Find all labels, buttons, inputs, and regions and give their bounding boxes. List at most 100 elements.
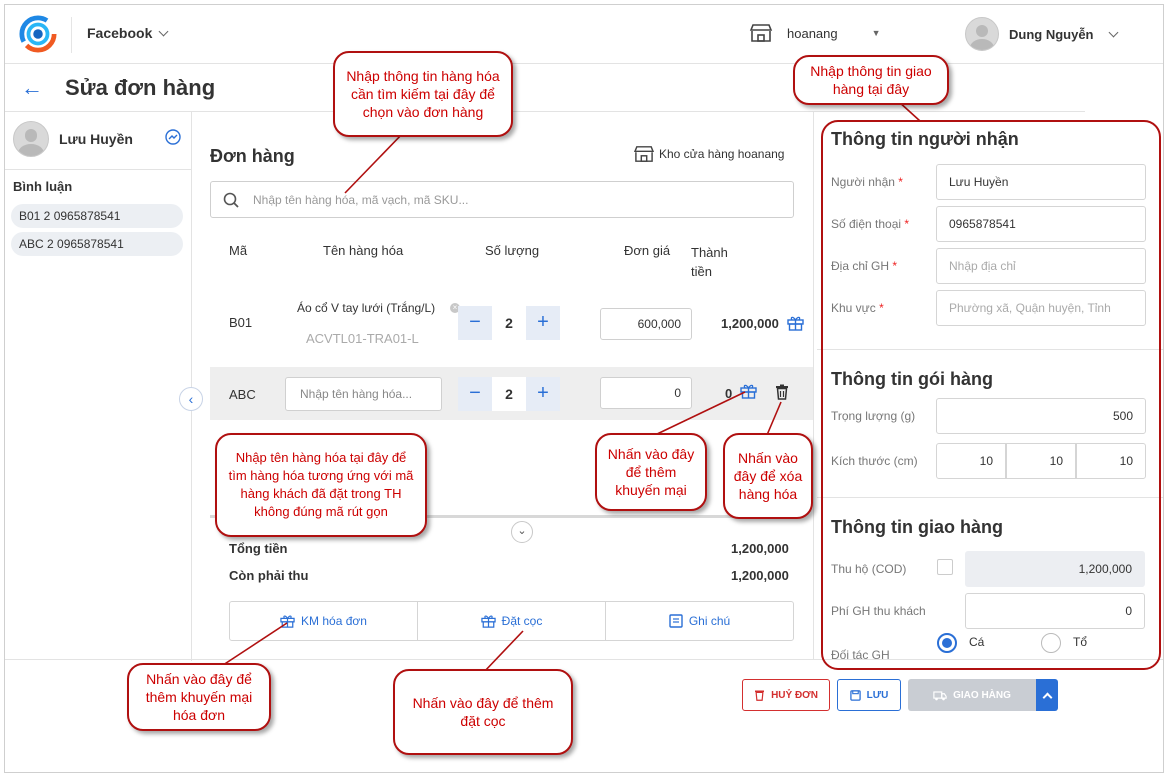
warehouse-label[interactable]: Kho cửa hàng hoanang [633,145,784,163]
product-search-input[interactable]: Nhập tên hàng hóa, mã vạch, mã SKU... [210,181,794,218]
channel-selector[interactable]: Facebook [87,25,169,41]
phone-input[interactable]: 0965878541 [936,206,1146,242]
ship-button[interactable]: GIAO HÀNG [908,679,1036,711]
annotation-delete: Nhấn vào đây để xóa hàng hóa [723,433,813,519]
partner-option-label: Tổ [1073,635,1088,649]
quantity-value[interactable]: 2 [492,306,526,340]
back-arrow-icon[interactable]: ← [21,77,43,99]
store-name: hoanang [787,25,838,41]
deposit-button[interactable]: Đặt cọc [418,602,606,640]
avatar [965,17,999,51]
amount-due-value: 1,200,000 [731,568,789,583]
area-input[interactable]: Phường xã, Quận huyện, Tỉnh [936,290,1146,326]
row-code: B01 [229,315,253,330]
delivery-title: Thông tin giao hàng [831,517,1003,537]
order-title: Đơn hàng [210,146,295,166]
unit-price-input[interactable]: 0 [600,377,692,409]
quantity-stepper[interactable]: − 2 + [458,306,560,340]
store-icon [633,146,655,162]
address-input[interactable]: Nhập địa chỉ [936,248,1146,284]
divider [817,349,1163,350]
annotation-promo: Nhấn vào đây để thêm khuyến mại [595,433,707,511]
tab-label: Ghi chú [688,614,731,628]
gift-icon[interactable] [787,315,804,331]
row-code: ABC [229,387,256,402]
divider [5,169,191,170]
comment-item[interactable]: B01 2 0965878541 [11,204,183,228]
annotation-search: Nhập thông tin hàng hóa cần tìm kiếm tại… [333,51,513,137]
column-header-code: Mã [229,243,248,258]
gift-icon[interactable] [740,383,757,399]
trash-icon [755,690,765,701]
size-label: Kích thước (cm) [831,454,918,468]
partner-label: Đối tác GH [831,648,890,662]
shipping-fee-label: Phí GH thu khách [831,604,926,618]
partner-option-label: Cá [969,635,985,649]
invoice-promo-button[interactable]: KM hóa đơn [230,602,418,640]
messenger-icon[interactable] [165,129,181,145]
column-header-name: Tên hàng hóa [323,243,404,258]
user-name: Dung Nguyễn [1009,26,1094,42]
chevron-down-icon [1108,27,1118,37]
partner-radio-selected[interactable] [937,633,957,653]
shipping-fee-input[interactable]: 0 [965,593,1145,629]
store-selector[interactable]: hoanang ▼ [749,23,881,43]
gift-icon [280,615,295,628]
recipient-name-input[interactable]: Lưu Huyền [936,164,1146,200]
decrease-button[interactable]: − [458,377,492,411]
avatar [13,121,49,157]
order-action-tabs: KM hóa đơn Đặt cọc Ghi chú [229,601,794,641]
width-input[interactable]: 10 [1006,443,1076,479]
divider [71,17,72,53]
decrease-button[interactable]: − [458,306,492,340]
panel-divider [191,111,192,661]
length-input[interactable]: 10 [936,443,1006,479]
truck-icon [933,690,947,700]
trash-icon[interactable] [775,384,789,400]
user-menu[interactable]: Dung Nguyễn [965,17,1118,51]
weight-input[interactable]: 500 [936,398,1146,434]
save-icon [849,689,861,701]
annotation-deposit: Nhấn vào đây để thêm đặt cọc [393,669,573,755]
height-input[interactable]: 10 [1076,443,1146,479]
annotation-invoice-promo: Nhấn vào đây để thêm khuyến mại hóa đơn [127,663,271,731]
panel-divider [813,111,814,659]
cod-input[interactable]: 1,200,000 [965,551,1145,587]
tab-label: Đặt cọc [501,614,543,628]
app-window: Facebook hoanang ▼ Dung Nguyễn ← Sửa đơn… [4,4,1164,773]
partner-radio[interactable] [1041,633,1061,653]
quantity-value[interactable]: 2 [492,377,526,411]
increase-button[interactable]: + [526,306,560,340]
address-label: Địa chỉ GH * [831,259,898,273]
store-icon [749,24,773,42]
collapse-panel-button[interactable]: ‹ [179,387,203,411]
total-value: 1,200,000 [731,541,789,556]
recipient-name-label: Người nhận * [831,175,903,189]
button-label: LƯU [866,689,889,701]
area-label: Khu vực * [831,301,884,315]
cancel-order-button[interactable]: HUỶ ĐƠN [742,679,830,711]
caret-down-icon: ▼ [871,28,881,38]
comments-label: Bình luận [13,179,73,194]
cod-checkbox[interactable] [937,559,953,575]
app-logo [19,15,57,53]
button-label: GIAO HÀNG [953,689,1011,701]
column-header-qty: Số lượng [485,243,540,258]
comment-item[interactable]: ABC 2 0965878541 [11,232,183,256]
product-sku: ACVTL01-TRA01-L [306,331,419,346]
chevron-down-icon [158,26,169,36]
customer-card[interactable]: Lưu Huyền [13,121,133,157]
total-label: Tổng tiền [229,541,288,556]
unit-price-input[interactable]: 600,000 [600,308,692,340]
footer-divider [5,659,1163,660]
save-button[interactable]: LƯU [837,679,901,711]
ship-options-chevron-up-icon[interactable] [1036,679,1058,711]
button-label: HUỶ ĐƠN [771,689,818,701]
note-button[interactable]: Ghi chú [606,602,793,640]
package-title: Thông tin gói hàng [831,369,993,389]
quantity-stepper[interactable]: − 2 + [458,377,560,411]
warehouse-name: Kho cửa hàng hoanang [659,147,785,161]
expand-toggle-icon[interactable]: ⌄ [511,521,533,543]
product-name-input[interactable]: Nhập tên hàng hóa... [285,377,442,411]
increase-button[interactable]: + [526,377,560,411]
